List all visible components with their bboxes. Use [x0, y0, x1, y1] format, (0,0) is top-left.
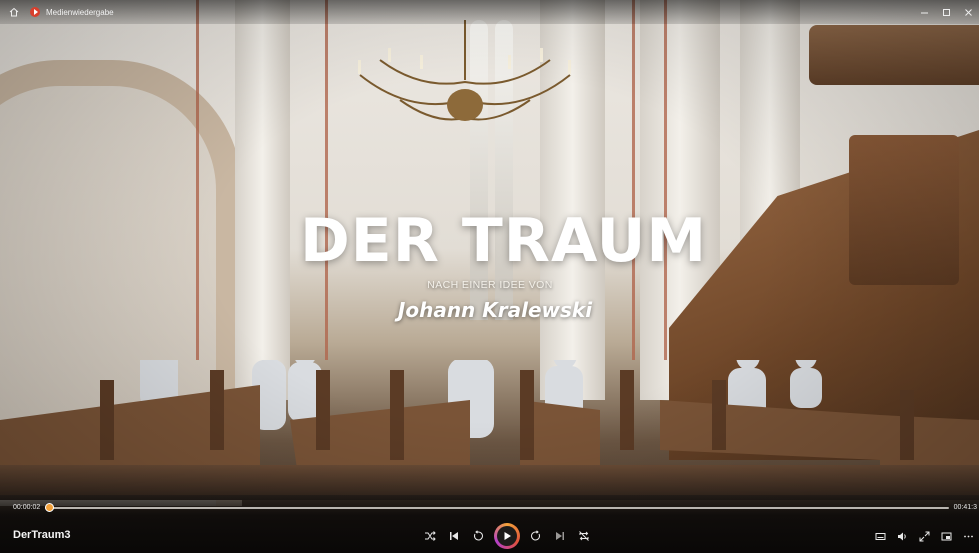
playback-controls [418, 523, 596, 549]
player-controls: 00:00:02 00:41:3 DerTraum3 [0, 495, 979, 553]
secondary-controls [869, 523, 979, 549]
video-subtitle-overlay: NACH EINER IDEE VON [427, 279, 553, 291]
seek-thumb[interactable] [45, 503, 54, 512]
rewind-10-icon[interactable] [466, 523, 490, 549]
media-player-icon [30, 7, 40, 17]
total-time: 00:41:3 [953, 504, 977, 511]
close-icon[interactable] [957, 0, 979, 24]
fullscreen-icon[interactable] [913, 523, 935, 549]
current-time: 00:00:02 [13, 504, 41, 511]
seek-bar[interactable] [45, 503, 949, 512]
shuffle-icon[interactable] [418, 523, 442, 549]
next-icon[interactable] [548, 523, 572, 549]
window-controls [913, 0, 979, 24]
miniplayer-icon[interactable] [935, 523, 957, 549]
volume-icon[interactable] [891, 523, 913, 549]
previous-icon[interactable] [442, 523, 466, 549]
video-title-overlay: DER TRAUM [300, 206, 708, 276]
media-title: DerTraum3 [13, 529, 71, 541]
app-name: Medienwiedergabe [46, 7, 114, 17]
subtitles-icon[interactable] [869, 523, 891, 549]
forward-30-icon[interactable] [524, 523, 548, 549]
more-icon[interactable] [957, 523, 979, 549]
maximize-icon[interactable] [935, 0, 957, 24]
play-button[interactable] [494, 523, 520, 549]
home-icon[interactable] [0, 0, 28, 24]
video-author-overlay: Johann Kralewski [397, 298, 593, 322]
repeat-off-icon[interactable] [572, 523, 596, 549]
play-icon [497, 526, 517, 546]
minimize-icon[interactable] [913, 0, 935, 24]
title-bar: Medienwiedergabe [0, 0, 979, 24]
